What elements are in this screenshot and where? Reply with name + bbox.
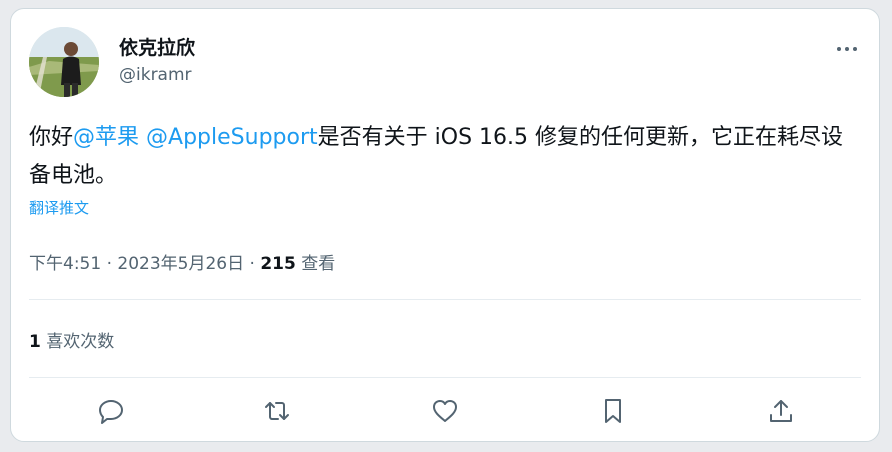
tweet-date[interactable]: 2023年5月26日 bbox=[117, 254, 244, 274]
likes-count: 1 bbox=[29, 332, 41, 352]
tweet-text-prefix: 你好 bbox=[29, 125, 74, 150]
reply-icon[interactable] bbox=[97, 397, 125, 425]
views-count: 215 bbox=[260, 254, 296, 274]
likes-stat[interactable]: 1 喜欢次数 bbox=[29, 327, 114, 352]
translate-tweet-link[interactable]: 翻译推文 bbox=[29, 197, 89, 218]
divider bbox=[29, 377, 861, 378]
tweet-meta: 下午4:51 · 2023年5月26日 · 215 查看 bbox=[29, 249, 335, 274]
retweet-icon[interactable] bbox=[263, 397, 291, 425]
tweet-time[interactable]: 下午4:51 bbox=[29, 254, 101, 274]
tweet-card: 依克拉欣 @ikramr 你好@苹果 @AppleSupport是否有关于 iO… bbox=[10, 8, 880, 442]
likes-label: 喜欢次数 bbox=[46, 332, 115, 352]
more-dots-icon[interactable] bbox=[833, 39, 861, 59]
mention-link[interactable]: @苹果 bbox=[73, 125, 139, 150]
avatar[interactable] bbox=[29, 27, 99, 97]
divider bbox=[29, 299, 861, 300]
user-handle[interactable]: @ikramr bbox=[119, 65, 192, 85]
meta-separator: · bbox=[244, 254, 261, 274]
mention-link[interactable]: @AppleSupport bbox=[146, 125, 318, 150]
share-icon[interactable] bbox=[767, 397, 795, 425]
tweet-text: 你好@苹果 @AppleSupport是否有关于 iOS 16.5 修复的任何更… bbox=[29, 119, 859, 195]
avatar-photo bbox=[29, 27, 99, 97]
action-bar bbox=[11, 391, 879, 431]
like-icon[interactable] bbox=[431, 397, 459, 425]
bookmark-icon[interactable] bbox=[599, 397, 627, 425]
display-name[interactable]: 依克拉欣 bbox=[119, 33, 195, 60]
meta-separator: · bbox=[101, 254, 118, 274]
views-label: 查看 bbox=[301, 254, 336, 274]
